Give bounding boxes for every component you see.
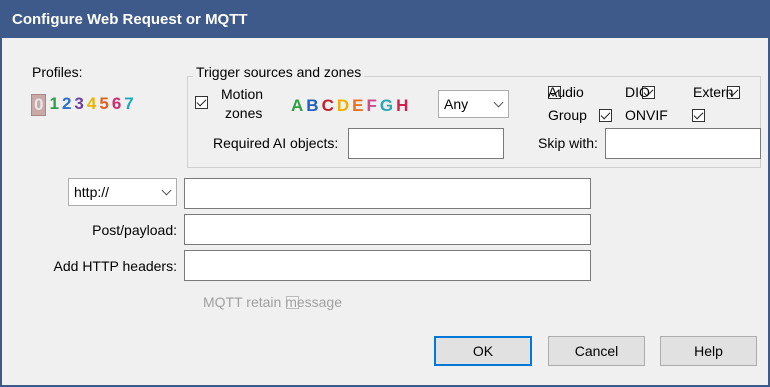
extern-label: Extern xyxy=(693,84,734,100)
http-headers-input[interactable] xyxy=(184,250,591,281)
zone-c[interactable]: C xyxy=(322,96,334,116)
audio-label: Audio xyxy=(548,84,584,100)
zone-a[interactable]: A xyxy=(291,96,303,116)
help-button[interactable]: Help xyxy=(660,336,757,366)
post-payload-label: Post/payload: xyxy=(92,222,177,238)
zone-mode-select[interactable]: Any xyxy=(438,90,509,118)
url-input[interactable] xyxy=(184,178,591,209)
onvif-checkbox[interactable] xyxy=(692,109,706,122)
profile-1[interactable]: 1 xyxy=(49,94,58,116)
chevron-down-icon xyxy=(161,185,172,196)
protocol-value: http:// xyxy=(74,184,110,200)
post-payload-input[interactable] xyxy=(184,214,591,245)
profile-4[interactable]: 4 xyxy=(87,94,96,116)
trigger-group-title: Trigger sources and zones xyxy=(193,64,365,80)
motion-label-line2: zones xyxy=(225,105,263,121)
mqtt-retain-label: MQTT retain message xyxy=(203,294,343,310)
zone-g[interactable]: G xyxy=(380,96,393,116)
dialog-title: Configure Web Request or MQTT xyxy=(2,2,768,38)
profiles-selector: 01234567 xyxy=(31,94,134,116)
http-headers-label: Add HTTP headers: xyxy=(53,258,177,274)
profile-2[interactable]: 2 xyxy=(62,94,71,116)
dio-label: DIO xyxy=(625,84,650,100)
required-ai-label: Required AI objects: xyxy=(213,135,339,151)
motion-zones-checkbox[interactable] xyxy=(195,96,208,109)
skip-with-input[interactable] xyxy=(605,128,761,159)
group-label: Group xyxy=(548,107,587,123)
profile-5[interactable]: 5 xyxy=(99,94,108,116)
zone-d[interactable]: D xyxy=(337,96,349,116)
group-checkbox[interactable] xyxy=(598,109,612,122)
profiles-label: Profiles: xyxy=(32,64,83,80)
profile-3[interactable]: 3 xyxy=(74,94,83,116)
required-ai-input[interactable] xyxy=(348,128,504,159)
ok-button[interactable]: OK xyxy=(434,336,532,366)
profile-0[interactable]: 0 xyxy=(31,94,47,116)
configure-dialog: Configure Web Request or MQTT Profiles: … xyxy=(0,0,770,387)
zone-b[interactable]: B xyxy=(306,96,318,116)
protocol-select[interactable]: http:// xyxy=(68,178,177,206)
onvif-label: ONVIF xyxy=(625,107,668,123)
cancel-button[interactable]: Cancel xyxy=(548,336,645,366)
zone-selector: ABCDEFGH xyxy=(291,96,408,116)
skip-with-label: Skip with: xyxy=(538,135,598,151)
zone-mode-value: Any xyxy=(444,96,469,112)
chevron-down-icon xyxy=(493,97,504,108)
zone-h[interactable]: H xyxy=(396,96,408,116)
zone-e[interactable]: E xyxy=(352,96,363,116)
motion-label-line1: Motion xyxy=(221,86,264,102)
profile-6[interactable]: 6 xyxy=(112,94,121,116)
zone-f[interactable]: F xyxy=(366,96,376,116)
profile-7[interactable]: 7 xyxy=(124,94,133,116)
